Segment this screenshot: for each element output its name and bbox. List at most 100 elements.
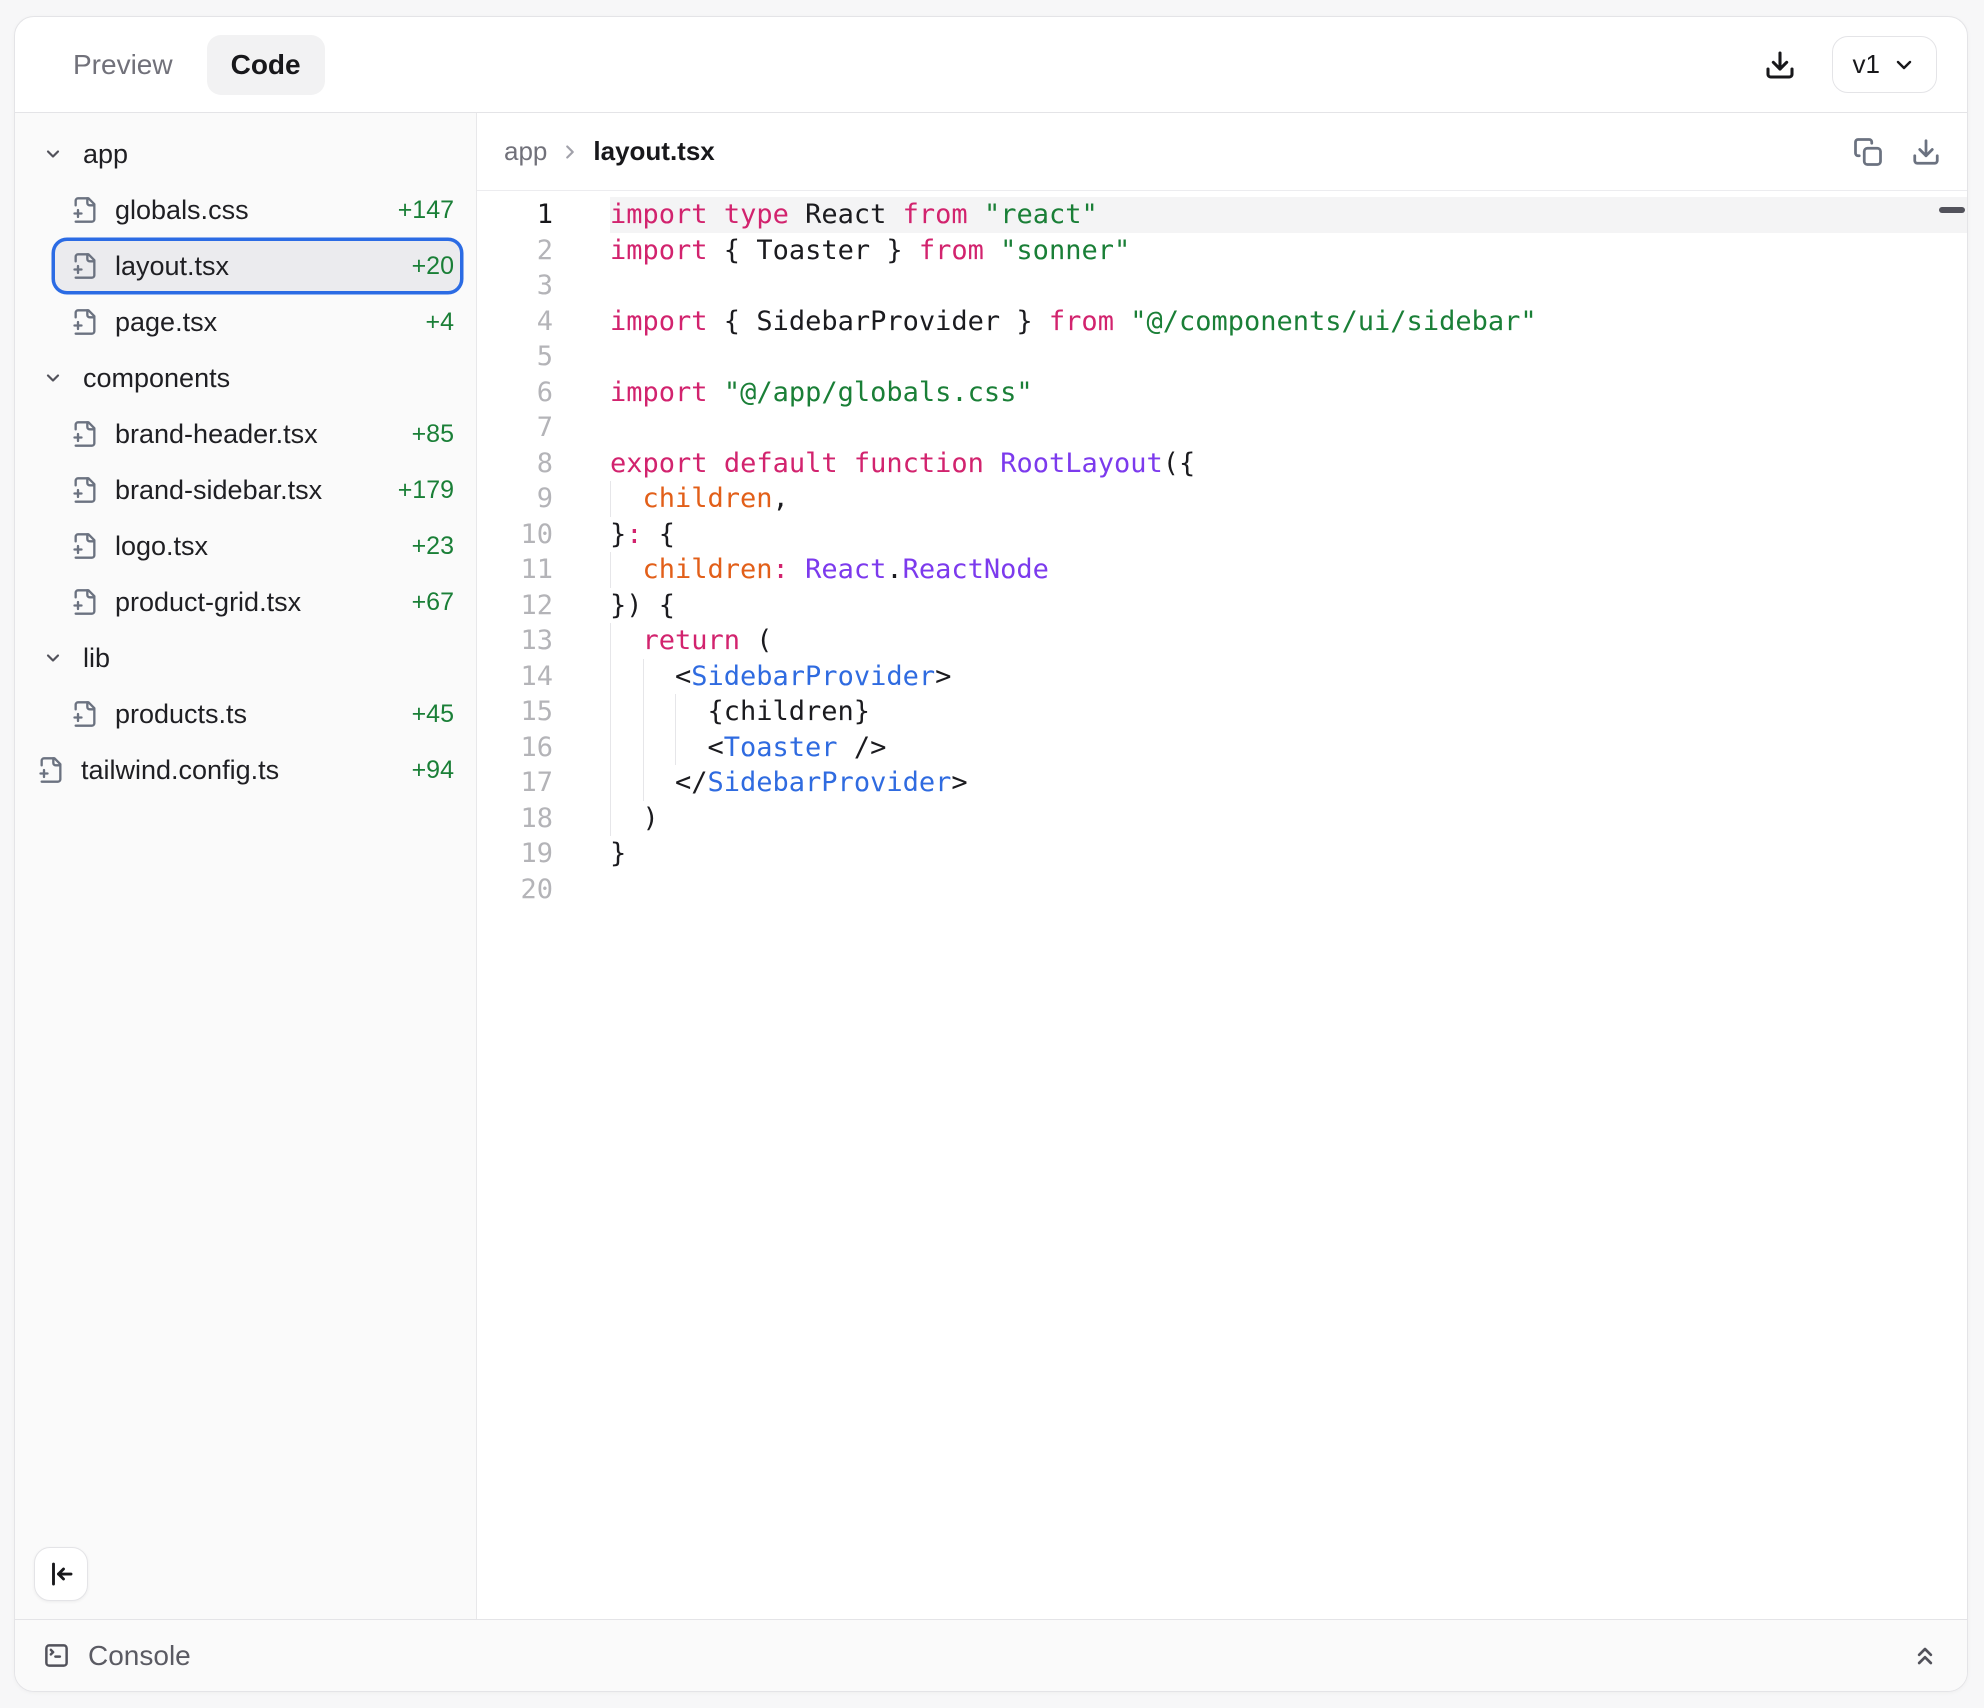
tree-item-label: components [83, 363, 230, 394]
tree-folder-components[interactable]: components [31, 353, 460, 403]
code-token [708, 377, 724, 408]
tab-preview[interactable]: Preview [49, 35, 197, 95]
line-number: 9 [477, 481, 553, 517]
code-token: from [919, 235, 984, 266]
line-content: import { SidebarProvider } from "@/compo… [610, 304, 1967, 340]
indent-guide [643, 694, 676, 730]
line-number: 16 [477, 730, 553, 766]
line-number: 20 [477, 872, 553, 908]
download-file-button[interactable] [1911, 137, 1941, 167]
download-project-button[interactable] [1764, 49, 1796, 81]
code-token [984, 448, 1000, 479]
line-number: 19 [477, 836, 553, 872]
code-token: }) { [610, 590, 675, 621]
line-number: 7 [477, 410, 553, 446]
code-line-18[interactable]: 18) [477, 801, 1967, 837]
file-plus-icon [71, 196, 99, 224]
line-number: 2 [477, 233, 553, 269]
indent-guide [610, 730, 643, 766]
code-token: } [610, 519, 626, 550]
code-line-9[interactable]: 9children, [477, 481, 1967, 517]
code-token: } [610, 838, 626, 869]
code-line-5[interactable]: 5 [477, 339, 1967, 375]
code-token: { SidebarProvider } [708, 306, 1049, 337]
diff-added-badge: +45 [412, 700, 454, 729]
line-content: {children} [610, 694, 1967, 730]
version-dropdown[interactable]: v1 [1832, 36, 1937, 93]
indent-guide [675, 730, 708, 766]
code-token: , [773, 483, 789, 514]
code-line-16[interactable]: 16<Toaster /> [477, 730, 1967, 766]
file-plus-icon [71, 588, 99, 616]
line-content: return ( [610, 623, 1967, 659]
code-token: default [724, 448, 838, 479]
code-line-6[interactable]: 6import "@/app/globals.css" [477, 375, 1967, 411]
code-line-10[interactable]: 10}: { [477, 517, 1967, 553]
file-tree-sidebar: app globals.css+147 layout.tsx+20 page.tsx+… [15, 113, 477, 1619]
file-plus-icon [71, 308, 99, 336]
breadcrumb-segment-app[interactable]: app [504, 136, 547, 167]
code-line-11[interactable]: 11children: React.ReactNode [477, 552, 1967, 588]
scrollbar-thumb[interactable] [1939, 207, 1965, 213]
tree-item-label: brand-sidebar.tsx [115, 475, 322, 506]
code-editor[interactable]: 1import type React from "react"2 import {… [477, 191, 1967, 1619]
indent-guide [643, 659, 676, 695]
chevron-down-icon [43, 368, 63, 388]
code-line-2[interactable]: 2 import { Toaster } from "sonner" [477, 233, 1967, 269]
diff-added-badge: +85 [412, 420, 454, 449]
code-token: export [610, 448, 708, 479]
code-line-3[interactable]: 3 [477, 268, 1967, 304]
expand-console-button[interactable] [1911, 1642, 1939, 1670]
code-line-19[interactable]: 19} [477, 836, 1967, 872]
code-token: "@/components/ui/sidebar" [1130, 306, 1536, 337]
code-token: import [610, 306, 708, 337]
code-line-8[interactable]: 8export default function RootLayout({ [477, 446, 1967, 482]
workspace-card: Preview Code v1 app globals.css+147 layout… [14, 16, 1968, 1692]
line-content: ) [610, 801, 1967, 837]
code-line-20[interactable]: 20 [477, 872, 1967, 908]
tree-file-page.tsx[interactable]: page.tsx+4 [55, 297, 460, 347]
tree-folder-lib[interactable]: lib [31, 633, 460, 683]
header-actions: v1 [1764, 36, 1937, 93]
code-token: < [675, 661, 691, 692]
tree-file-layout.tsx[interactable]: layout.tsx+20 [55, 241, 460, 291]
tree-file-products.ts[interactable]: products.ts+45 [55, 689, 460, 739]
breadcrumb: app layout.tsx [504, 136, 715, 167]
indent-guide [610, 765, 643, 801]
code-token [708, 199, 724, 230]
tree-item-label: lib [83, 643, 110, 674]
file-plus-icon [71, 252, 99, 280]
file-plus-icon [37, 756, 65, 784]
diff-added-badge: +147 [398, 196, 454, 225]
code-line-12[interactable]: 12}) { [477, 588, 1967, 624]
line-content: }: { [610, 517, 1967, 553]
tree-file-brand-sidebar.tsx[interactable]: brand-sidebar.tsx+179 [55, 465, 460, 515]
collapse-sidebar-button[interactable] [34, 1547, 88, 1601]
tree-file-product-grid.tsx[interactable]: product-grid.tsx+67 [55, 577, 460, 627]
tree-file-globals.css[interactable]: globals.css+147 [55, 185, 460, 235]
tree-file-logo.tsx[interactable]: logo.tsx+23 [55, 521, 460, 571]
tree-file-brand-header.tsx[interactable]: brand-header.tsx +85 [55, 409, 460, 459]
code-line-1[interactable]: 1import type React from "react" [477, 197, 1967, 233]
code-token: import [610, 235, 708, 266]
code-line-17[interactable]: 17</SidebarProvider> [477, 765, 1967, 801]
code-token: import [610, 199, 708, 230]
file-plus-icon [71, 700, 99, 728]
tree-file-tailwind.config.ts[interactable]: tailwind.config.ts+94 [31, 745, 460, 795]
code-line-13[interactable]: 13return ( [477, 623, 1967, 659]
code-line-4[interactable]: 4import { SidebarProvider } from "@/comp… [477, 304, 1967, 340]
tree-item-label: brand-header.tsx [115, 419, 318, 450]
app-root: { "header": { "tabs": [ {"id": "preview"… [0, 0, 1984, 1708]
line-content: children: React.ReactNode [610, 552, 1967, 588]
line-content: import { Toaster } from "sonner" [610, 233, 1967, 269]
console-bar[interactable]: Console [15, 1619, 1967, 1691]
breadcrumb-segment-file: layout.tsx [593, 136, 714, 167]
copy-code-button[interactable] [1853, 137, 1883, 167]
code-line-15[interactable]: 15{children} [477, 694, 1967, 730]
tree-folder-app[interactable]: app [31, 129, 460, 179]
code-line-14[interactable]: 14<SidebarProvider> [477, 659, 1967, 695]
tab-code[interactable]: Code [207, 35, 325, 95]
code-line-7[interactable]: 7 [477, 410, 1967, 446]
code-token [708, 448, 724, 479]
line-content: <SidebarProvider> [610, 659, 1967, 695]
